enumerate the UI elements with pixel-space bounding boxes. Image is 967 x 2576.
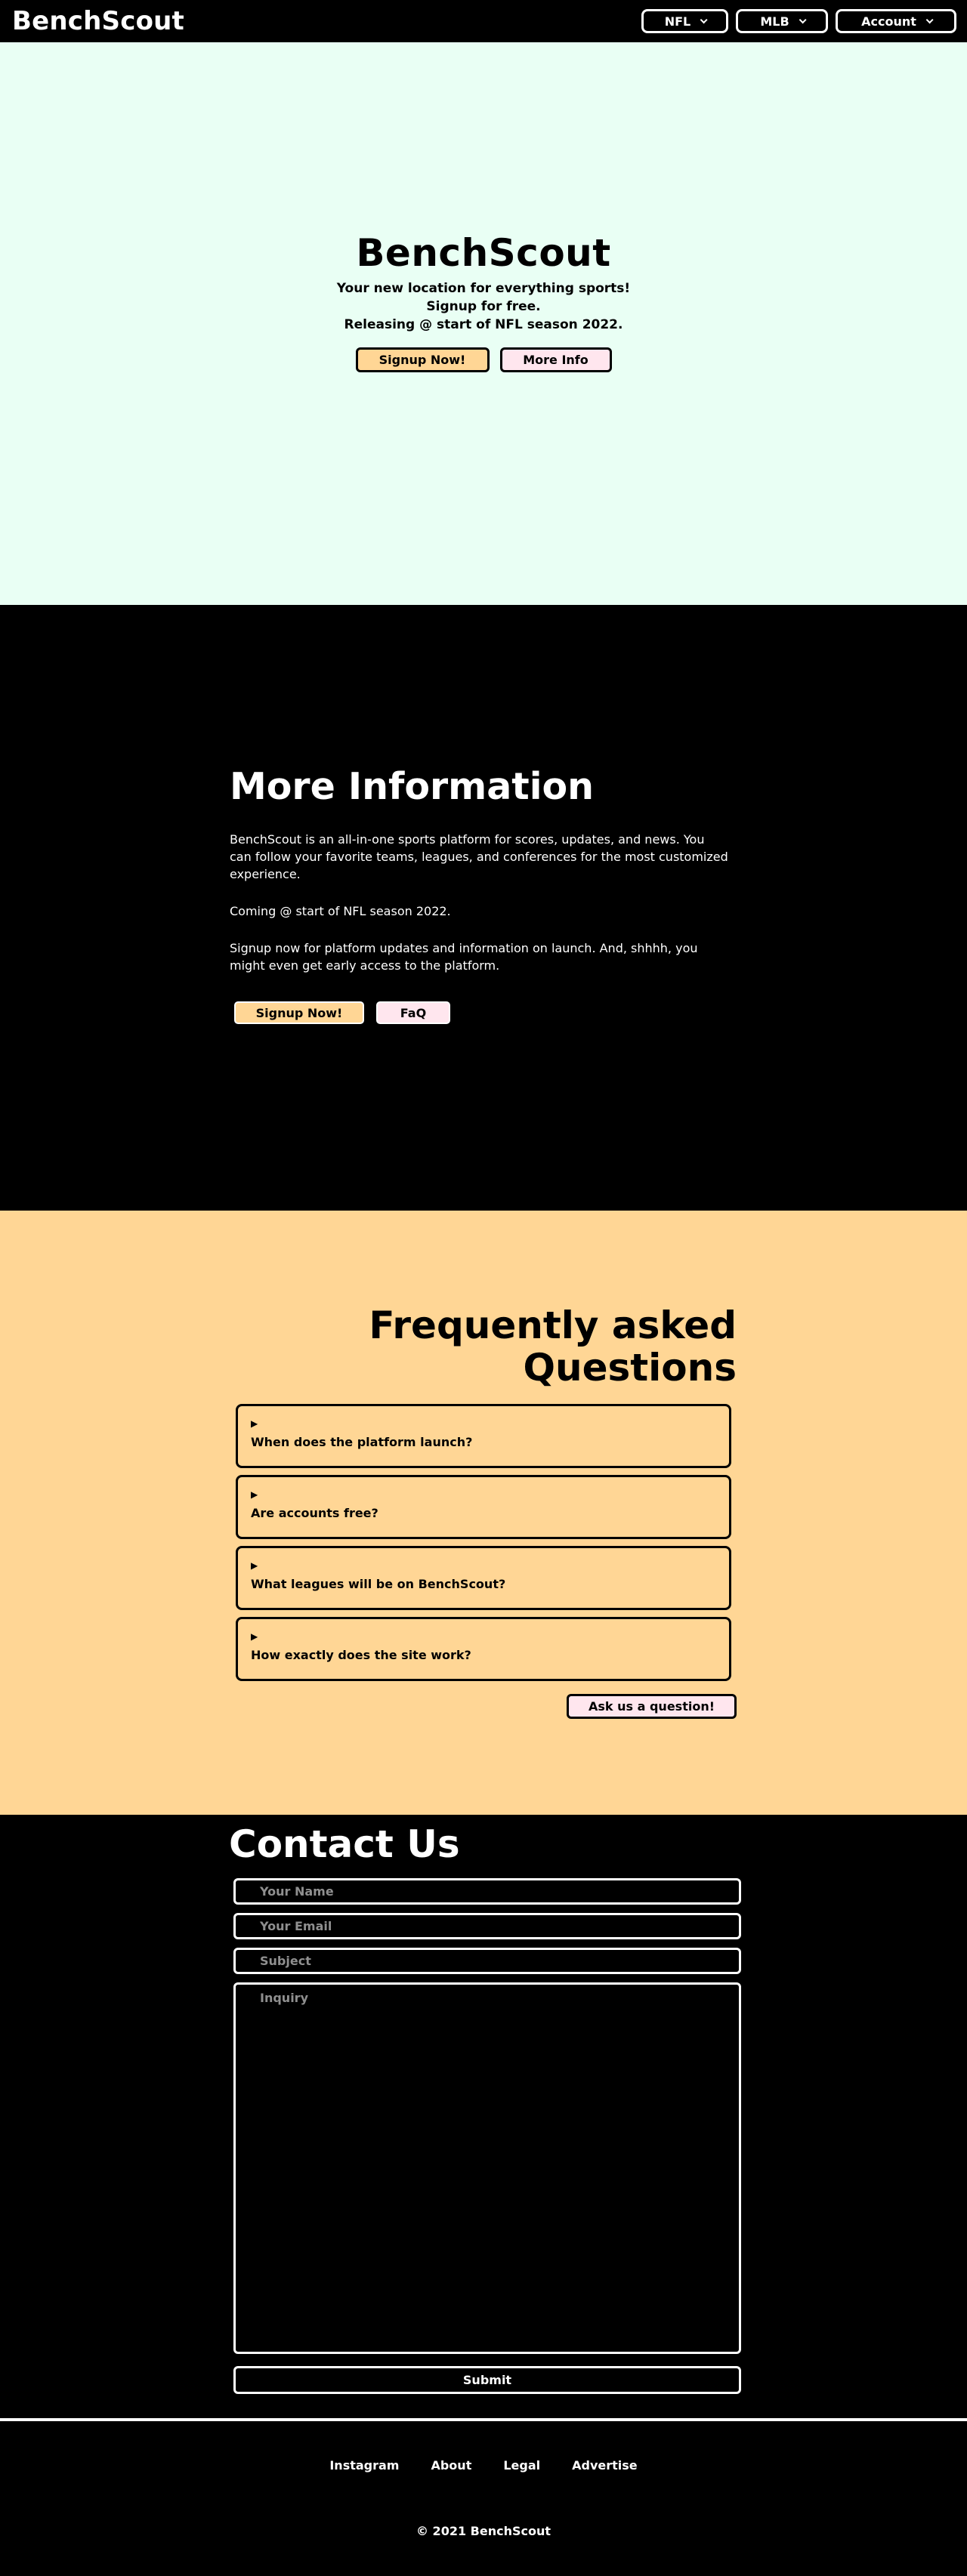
ask-row: Ask us a question!: [230, 1694, 737, 1719]
faq-item[interactable]: ▶ Are accounts free?: [236, 1475, 731, 1539]
faq-question: What leagues will be on BenchScout?: [251, 1577, 506, 1591]
faq-list: ▶ When does the platform launch? ▶ Are a…: [230, 1404, 737, 1681]
faq-section: Frequently asked Questions ▶ When does t…: [0, 1211, 967, 1815]
info-paragraph-release: Coming @ start of NFL season 2022.: [230, 904, 451, 918]
faq-title: Frequently asked Questions: [230, 1304, 737, 1389]
nav-menu: NFL MLB Account: [641, 9, 956, 33]
hero-title: BenchScout: [356, 231, 611, 275]
more-info-content: More Information BenchScout is an all-in…: [230, 605, 728, 1024]
faq-title-line2: Questions: [523, 1346, 737, 1390]
section-divider: [0, 2418, 967, 2421]
name-field[interactable]: [233, 1878, 741, 1905]
info-paragraph-signup: Signup now for platform updates and info…: [230, 941, 698, 973]
faq-question: Are accounts free?: [251, 1506, 378, 1520]
subject-field[interactable]: [233, 1948, 741, 1974]
copyright-text: © 2021 BenchScout: [416, 2524, 551, 2538]
hero-signup-note: Signup for free.: [426, 299, 541, 314]
nav-nfl-label: NFL: [664, 14, 691, 29]
footer-links: Instagram About Legal Advertise: [0, 2419, 967, 2473]
faq-item[interactable]: ▶ What leagues will be on BenchScout?: [236, 1546, 731, 1610]
footer: Instagram About Legal Advertise © 2021 B…: [0, 2419, 967, 2576]
ask-question-button[interactable]: Ask us a question!: [567, 1694, 737, 1719]
info-signup-button[interactable]: Signup Now!: [234, 1001, 364, 1024]
faq-content: Frequently asked Questions ▶ When does t…: [230, 1211, 737, 1719]
hero-buttons: Signup Now! More Info: [355, 347, 612, 372]
footer-link-instagram[interactable]: Instagram: [329, 2458, 399, 2473]
chevron-down-icon: [700, 15, 708, 23]
info-buttons: Signup Now! FaQ: [234, 1001, 728, 1024]
contact-title: Contact Us: [229, 1822, 460, 1866]
footer-link-about[interactable]: About: [431, 2458, 471, 2473]
nav-nfl-dropdown[interactable]: NFL: [641, 9, 728, 33]
inquiry-field[interactable]: [233, 1982, 741, 2354]
more-info-section: More Information BenchScout is an all-in…: [0, 605, 967, 1211]
faq-item[interactable]: ▶ When does the platform launch?: [236, 1404, 731, 1468]
faq-item[interactable]: ▶ How exactly does the site work?: [236, 1617, 731, 1681]
contact-form: Contact Us Submit: [229, 1815, 743, 2394]
hero-release-note: Releasing @ start of NFL season 2022.: [344, 317, 623, 332]
disclosure-triangle-icon: ▶: [251, 1560, 258, 1571]
faq-title-line1: Frequently asked: [369, 1303, 737, 1347]
disclosure-triangle-icon: ▶: [251, 1489, 258, 1500]
nav-mlb-label: MLB: [760, 14, 789, 29]
brand-logo[interactable]: BenchScout: [12, 6, 184, 36]
info-faq-button[interactable]: FaQ: [376, 1001, 450, 1024]
footer-link-legal[interactable]: Legal: [503, 2458, 540, 2473]
disclosure-triangle-icon: ▶: [251, 1418, 258, 1429]
footer-link-advertise[interactable]: Advertise: [572, 2458, 638, 2473]
faq-question: When does the platform launch?: [251, 1435, 473, 1449]
chevron-down-icon: [799, 15, 807, 23]
contact-section: Contact Us Submit: [0, 1815, 967, 2421]
disclosure-triangle-icon: ▶: [251, 1631, 258, 1642]
hero-section: BenchScout Your new location for everyth…: [0, 42, 967, 605]
nav-account-label: Account: [861, 14, 916, 29]
hero-signup-button[interactable]: Signup Now!: [355, 347, 490, 372]
info-paragraph-description: BenchScout is an all-in-one sports platf…: [230, 832, 728, 881]
nav-mlb-dropdown[interactable]: MLB: [736, 9, 828, 33]
faq-question: How exactly does the site work?: [251, 1648, 471, 1662]
submit-button[interactable]: Submit: [233, 2366, 741, 2394]
more-info-title: More Information: [230, 765, 595, 808]
hero-more-info-button[interactable]: More Info: [499, 347, 612, 372]
hero-tagline: Your new location for everything sports!: [336, 281, 631, 296]
top-navbar: BenchScout NFL MLB Account: [0, 0, 967, 42]
nav-account-dropdown[interactable]: Account: [836, 9, 956, 33]
chevron-down-icon: [925, 15, 934, 23]
email-field[interactable]: [233, 1913, 741, 1939]
